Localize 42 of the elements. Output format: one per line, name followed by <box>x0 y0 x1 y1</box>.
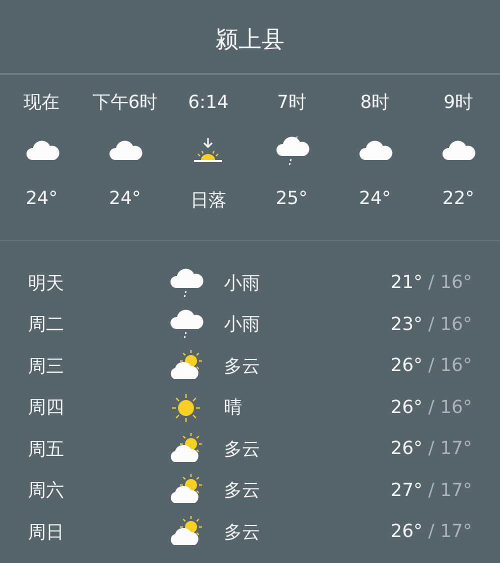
hour-temperature: 日落 <box>190 189 226 212</box>
hour-label: 7时 <box>276 91 306 115</box>
high-temperature: 26° <box>390 355 423 376</box>
hour-label: 9时 <box>444 91 474 115</box>
day-label: 周日 <box>28 520 65 544</box>
hour-temperature: 25° <box>276 188 308 209</box>
hour-label: 现在 <box>24 91 60 115</box>
day-label: 周四 <box>28 396 65 420</box>
day-label: 周五 <box>28 438 65 461</box>
cloud-moon-rain-icon <box>274 134 310 168</box>
hour-temperature: 22° <box>442 188 474 209</box>
location-title: 颍上县 <box>214 26 286 55</box>
low-temperature: / 16° <box>428 396 472 418</box>
low-temperature: / 16° <box>428 314 472 335</box>
low-temperature: / 16° <box>428 355 472 376</box>
low-temperature: / 17° <box>428 521 472 542</box>
high-temperature: 21° <box>390 272 423 294</box>
high-temperature: 26° <box>390 521 423 542</box>
hour-temperature: 24° <box>109 188 141 209</box>
day-label: 周三 <box>28 354 65 378</box>
condition-label: 小雨 <box>224 313 261 336</box>
condition-label: 晴 <box>224 396 243 420</box>
day-label: 周二 <box>28 313 65 336</box>
hour-label: 8时 <box>360 91 390 115</box>
condition-label: 多云 <box>224 520 261 544</box>
condition-label: 多云 <box>224 354 261 378</box>
condition-label: 多云 <box>224 438 261 461</box>
hour-label: 6:14 <box>188 91 229 115</box>
hour-label: 下午6时 <box>92 91 158 115</box>
day-label: 周六 <box>28 479 65 502</box>
condition-label: 多云 <box>224 479 261 502</box>
high-temperature: 26° <box>390 438 423 460</box>
hour-temperature: 24° <box>359 188 391 209</box>
condition-label: 小雨 <box>224 272 261 295</box>
high-temperature: 27° <box>390 480 423 501</box>
high-temperature: 23° <box>390 314 423 335</box>
hour-temperature: 24° <box>26 188 58 209</box>
high-temperature: 26° <box>390 396 423 418</box>
low-temperature: / 17° <box>428 480 472 501</box>
low-temperature: / 16° <box>428 272 472 294</box>
day-label: 明天 <box>28 272 65 295</box>
low-temperature: / 17° <box>428 438 472 460</box>
